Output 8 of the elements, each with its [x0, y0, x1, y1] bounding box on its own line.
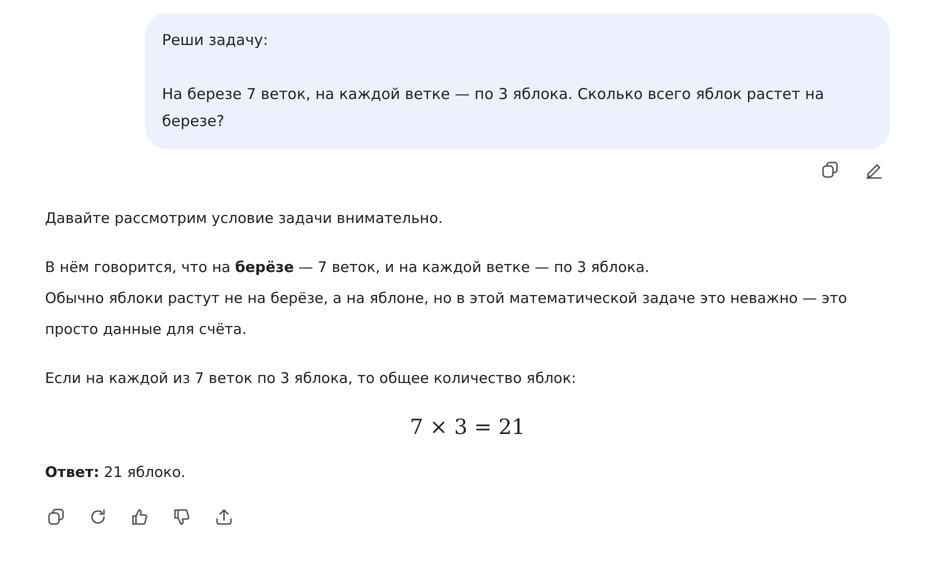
answer-text: Обычно яблоки растут не на берёзе, а на яблоне, но в этой математической задаче это неважно — это просто данные для счёта.: [45, 290, 848, 338]
answer-text: Давайте рассмотрим условие задачи внимательно.: [45, 210, 443, 227]
answer-text: В нём говорится, что на берёзе — 7 веток, и на каждой ветке — по 3 яблока.: [45, 259, 650, 276]
message-text: Реши задачу:: [162, 30, 270, 51]
message-text: На березе 7 веток, на каждой ветке — по 3 яблока. Сколько всего яблок растет на березе?: [162, 84, 826, 132]
answer-text: Ответ: 21 яблоко.: [45, 464, 186, 481]
answer-text: Если на каждой из 7 веток по 3 яблока, то общее количество яблок:: [45, 370, 576, 387]
formula: 7 × 3 = 21: [410, 414, 526, 441]
